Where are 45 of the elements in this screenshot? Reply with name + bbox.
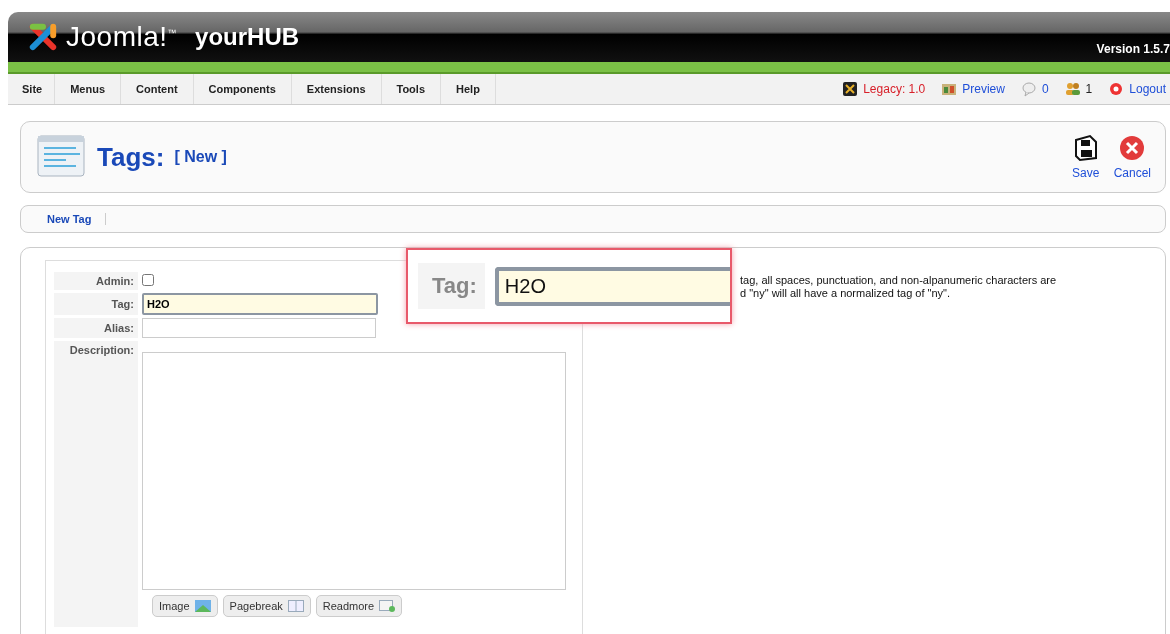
site-name: yourHUB — [195, 23, 300, 51]
text-field[interactable] — [142, 318, 376, 338]
close-icon — [1118, 134, 1147, 162]
users-icon — [1064, 81, 1081, 97]
field-label: Alias: — [104, 322, 134, 334]
help-text: d "ny" will all have a normalized tag of "ny". — [739, 287, 952, 300]
save-button[interactable]: Save — [1071, 134, 1100, 180]
description-field[interactable] — [142, 351, 566, 590]
editor-button[interactable]: Readmore — [315, 594, 403, 617]
menu-item[interactable]: Content — [121, 74, 194, 104]
readmore-icon — [379, 599, 396, 612]
pagebreak-icon — [287, 599, 304, 612]
menu-item[interactable]: Extensions — [291, 74, 382, 104]
page-subtitle: [ New ] — [174, 148, 227, 166]
logout-icon — [1108, 81, 1125, 97]
editor-button[interactable]: Image — [152, 594, 218, 617]
editor-button[interactable]: Pagebreak — [222, 594, 311, 617]
submenu-tab[interactable]: New Tag — [47, 213, 107, 225]
status-link[interactable]: 0 — [1020, 81, 1049, 97]
status-link[interactable]: Legacy: 1.0 — [842, 81, 926, 97]
status-link[interactable]: 1 — [1064, 81, 1093, 97]
joomla-badge-icon — [842, 81, 859, 97]
field-label: Admin: — [96, 275, 134, 287]
status-link[interactable]: Logout — [1108, 81, 1166, 97]
page-title: Tags: — [97, 141, 165, 173]
field-label: Description: — [69, 344, 134, 356]
field-label: Tag: — [111, 298, 134, 310]
message-icon — [1020, 81, 1037, 97]
status-link[interactable]: Preview — [941, 81, 1005, 97]
help-text: tag, all spaces, punctuation, and non-alpanumeric characters are — [739, 274, 1057, 287]
admin-checkbox[interactable] — [142, 274, 154, 286]
preview-icon — [941, 81, 958, 97]
cancel-button[interactable]: Cancel — [1113, 134, 1151, 180]
menu-item[interactable]: Components — [193, 74, 292, 104]
version-label: Version 1.5.7 — [1096, 42, 1170, 56]
image-icon — [194, 599, 211, 612]
callout-label: Tag: — [418, 263, 485, 309]
text-field[interactable]: H2O — [142, 293, 378, 315]
tags-page-icon — [35, 134, 87, 180]
menu-item[interactable]: Tools — [381, 74, 441, 104]
logo-text: Joomla!$^{™}$ — [66, 21, 178, 53]
menu-item[interactable]: Site — [8, 74, 56, 104]
callout-field: H2O — [494, 266, 730, 306]
menu-item[interactable]: Menus — [55, 74, 122, 104]
menu-item[interactable]: Help — [441, 74, 496, 104]
